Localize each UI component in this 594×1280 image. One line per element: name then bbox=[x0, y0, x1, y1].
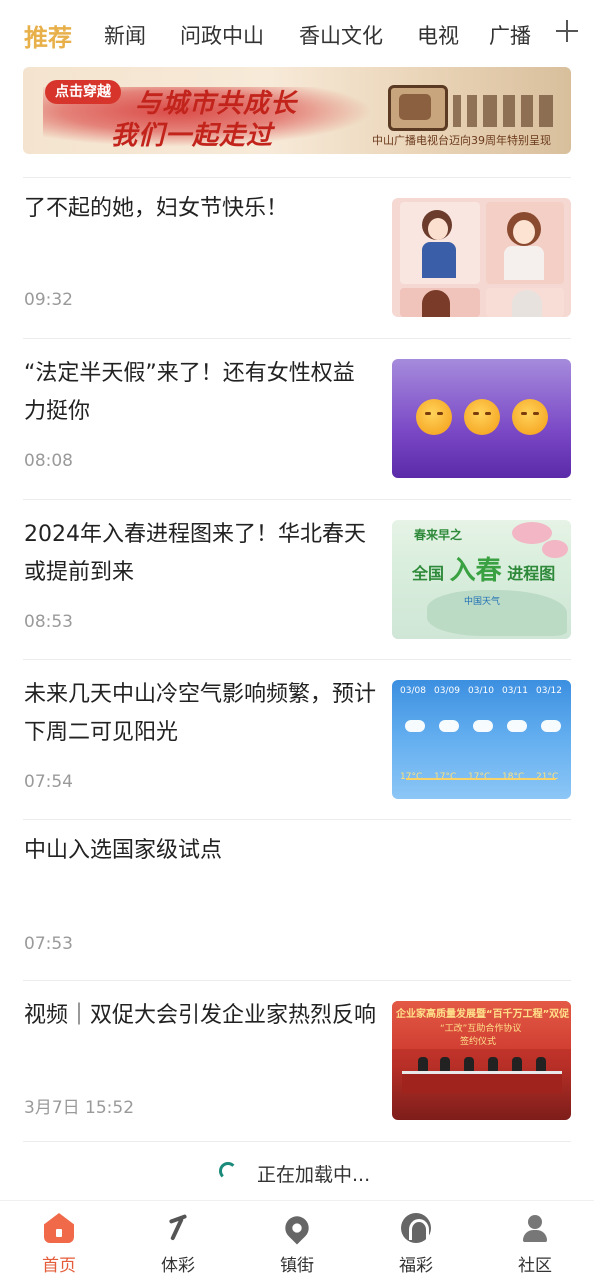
news-thumbnail[interactable]: 企业家高质量发展暨“百千万工程”双促 “工改”互助合作协议 签约仪式 bbox=[392, 1001, 571, 1120]
retro-tv-icon bbox=[388, 85, 448, 131]
community-icon bbox=[520, 1213, 550, 1243]
forecast-temp: 17°C bbox=[468, 772, 491, 782]
city-skyline-image bbox=[453, 95, 553, 127]
spring-title-big: 入春 bbox=[449, 556, 502, 586]
forecast-date: 03/12 bbox=[536, 686, 562, 696]
forecast-temp: 17°C bbox=[400, 772, 423, 782]
spring-subtitle: 春来早之 bbox=[414, 528, 463, 542]
cloud-icon bbox=[541, 720, 561, 732]
nav-welfare-lottery[interactable]: 福彩 bbox=[357, 1201, 475, 1280]
news-title[interactable]: “法定半天假”来了！还有女性权益力挺你 bbox=[24, 355, 376, 431]
cloud-icon bbox=[439, 720, 459, 732]
nav-label: 镇街 bbox=[280, 1256, 314, 1276]
stage-banner-text: 企业家高质量发展暨“百千万工程”双促 bbox=[396, 1009, 570, 1020]
nav-sports-lottery[interactable]: 体彩 bbox=[119, 1201, 237, 1280]
welfare-lottery-icon bbox=[401, 1213, 431, 1243]
nav-community[interactable]: 社区 bbox=[476, 1201, 594, 1280]
signing-table bbox=[402, 1071, 562, 1093]
news-time: 08:53 bbox=[24, 612, 73, 632]
tab-wenzheng-zhongshan[interactable]: 问政中山 bbox=[180, 20, 264, 50]
promo-banner[interactable]: 点击穿越 与城市共成长 我们一起走过 中山广播电视台迈向39周年特别呈现 bbox=[23, 67, 571, 154]
elder-hair bbox=[512, 290, 542, 317]
stage-banner-sub: “工改”互助合作协议 bbox=[440, 1024, 522, 1034]
news-time: 3月7日 15:52 bbox=[24, 1098, 135, 1118]
news-title[interactable]: 未来几天中山冷空气影响频繁，预计下周二可见阳光 bbox=[24, 676, 376, 752]
news-thumbnail[interactable]: 03/08 17°C 03/09 17°C 03/10 17°C 03/11 1… bbox=[392, 680, 571, 799]
forecast-date: 03/10 bbox=[468, 686, 494, 696]
news-item[interactable]: 中山入选国家级试点 07:53 bbox=[0, 820, 594, 980]
news-item[interactable]: 2024年入春进程图来了！华北春天或提前到来 08:53 春来早之 全国 入春 … bbox=[0, 500, 594, 660]
news-time: 09:32 bbox=[24, 290, 73, 310]
divider bbox=[23, 1141, 571, 1142]
top-tab-bar: 推荐 新闻 问政中山 香山文化 电视 广播 bbox=[0, 0, 594, 66]
banner-caption: 中山广播电视台迈向39周年特别呈现 bbox=[372, 134, 551, 147]
tab-tv[interactable]: 电视 bbox=[417, 20, 459, 50]
temperature-line bbox=[406, 778, 556, 780]
woman-hair bbox=[422, 290, 450, 317]
cloud-icon bbox=[507, 720, 527, 732]
blossom bbox=[512, 522, 552, 544]
news-time: 07:53 bbox=[24, 934, 73, 954]
nav-label: 首页 bbox=[42, 1256, 76, 1276]
emoji-face-icon bbox=[464, 399, 500, 435]
tab-radio[interactable]: 广播 bbox=[489, 20, 531, 50]
banner-headline-2: 我们一起走过 bbox=[111, 121, 274, 151]
forecast-date: 03/09 bbox=[434, 686, 460, 696]
tab-xiangshan-culture[interactable]: 香山文化 bbox=[299, 20, 383, 50]
forecast-temp: 17°C bbox=[434, 772, 457, 782]
woman-face bbox=[428, 218, 448, 240]
loading-text: 正在加载中... bbox=[257, 1164, 371, 1186]
news-item[interactable]: 了不起的她，妇女节快乐！ 09:32 bbox=[0, 178, 594, 338]
forecast-temp: 21°C bbox=[536, 772, 559, 782]
news-title[interactable]: 了不起的她，妇女节快乐！ bbox=[24, 190, 376, 228]
spring-title: 全国 入春 进程图 bbox=[412, 550, 555, 587]
nav-label: 福彩 bbox=[399, 1256, 433, 1276]
news-time: 07:54 bbox=[24, 772, 73, 792]
plus-icon[interactable] bbox=[556, 20, 578, 42]
spring-title-pre: 全国 bbox=[412, 564, 445, 583]
woman-face bbox=[513, 220, 535, 244]
news-thumbnail[interactable]: 春来早之 全国 入春 进程图 中国天气 bbox=[392, 520, 571, 639]
home-icon bbox=[44, 1213, 74, 1243]
emoji-face-icon bbox=[512, 399, 548, 435]
nav-towns[interactable]: 镇街 bbox=[238, 1201, 356, 1280]
loading-indicator: 正在加载中... bbox=[0, 1158, 594, 1188]
news-title[interactable]: 中山入选国家级试点 bbox=[24, 832, 564, 870]
news-item[interactable]: “法定半天假”来了！还有女性权益力挺你 08:08 bbox=[0, 339, 594, 499]
spinner-icon bbox=[219, 1162, 237, 1180]
news-time: 08:08 bbox=[24, 451, 73, 471]
news-title[interactable]: 2024年入春进程图来了！华北春天或提前到来 bbox=[24, 516, 376, 592]
stage-banner-sign: 签约仪式 bbox=[460, 1037, 497, 1047]
woman-shirt bbox=[504, 246, 544, 280]
nav-label: 体彩 bbox=[161, 1256, 195, 1276]
news-item[interactable]: 未来几天中山冷空气影响频繁，预计下周二可见阳光 07:54 03/08 17°C… bbox=[0, 660, 594, 820]
forecast-temp: 18°C bbox=[502, 772, 525, 782]
news-title[interactable]: 视频｜双促大会引发企业家热烈反响 bbox=[24, 997, 376, 1035]
forecast-date: 03/08 bbox=[400, 686, 426, 696]
bottom-nav: 首页 体彩 镇街 福彩 社区 bbox=[0, 1200, 594, 1280]
nav-home[interactable]: 首页 bbox=[0, 1201, 118, 1280]
banner-cta-button[interactable]: 点击穿越 bbox=[45, 80, 121, 104]
news-thumbnail[interactable] bbox=[392, 359, 571, 478]
woman-dress bbox=[422, 242, 456, 278]
sport-lottery-icon bbox=[163, 1213, 193, 1243]
emoji-face-icon bbox=[416, 399, 452, 435]
cloud-icon bbox=[473, 720, 493, 732]
news-thumbnail[interactable] bbox=[392, 198, 571, 317]
cloud-icon bbox=[405, 720, 425, 732]
nav-label: 社区 bbox=[518, 1256, 552, 1276]
weather-logo: 中国天气 bbox=[464, 597, 501, 607]
tab-news[interactable]: 新闻 bbox=[104, 20, 146, 50]
spring-title-post: 进程图 bbox=[507, 564, 556, 583]
tab-recommend[interactable]: 推荐 bbox=[24, 18, 72, 53]
forecast-date: 03/11 bbox=[502, 686, 528, 696]
news-item[interactable]: 视频｜双促大会引发企业家热烈反响 3月7日 15:52 企业家高质量发展暨“百千… bbox=[0, 981, 594, 1141]
location-pin-icon bbox=[280, 1211, 314, 1245]
